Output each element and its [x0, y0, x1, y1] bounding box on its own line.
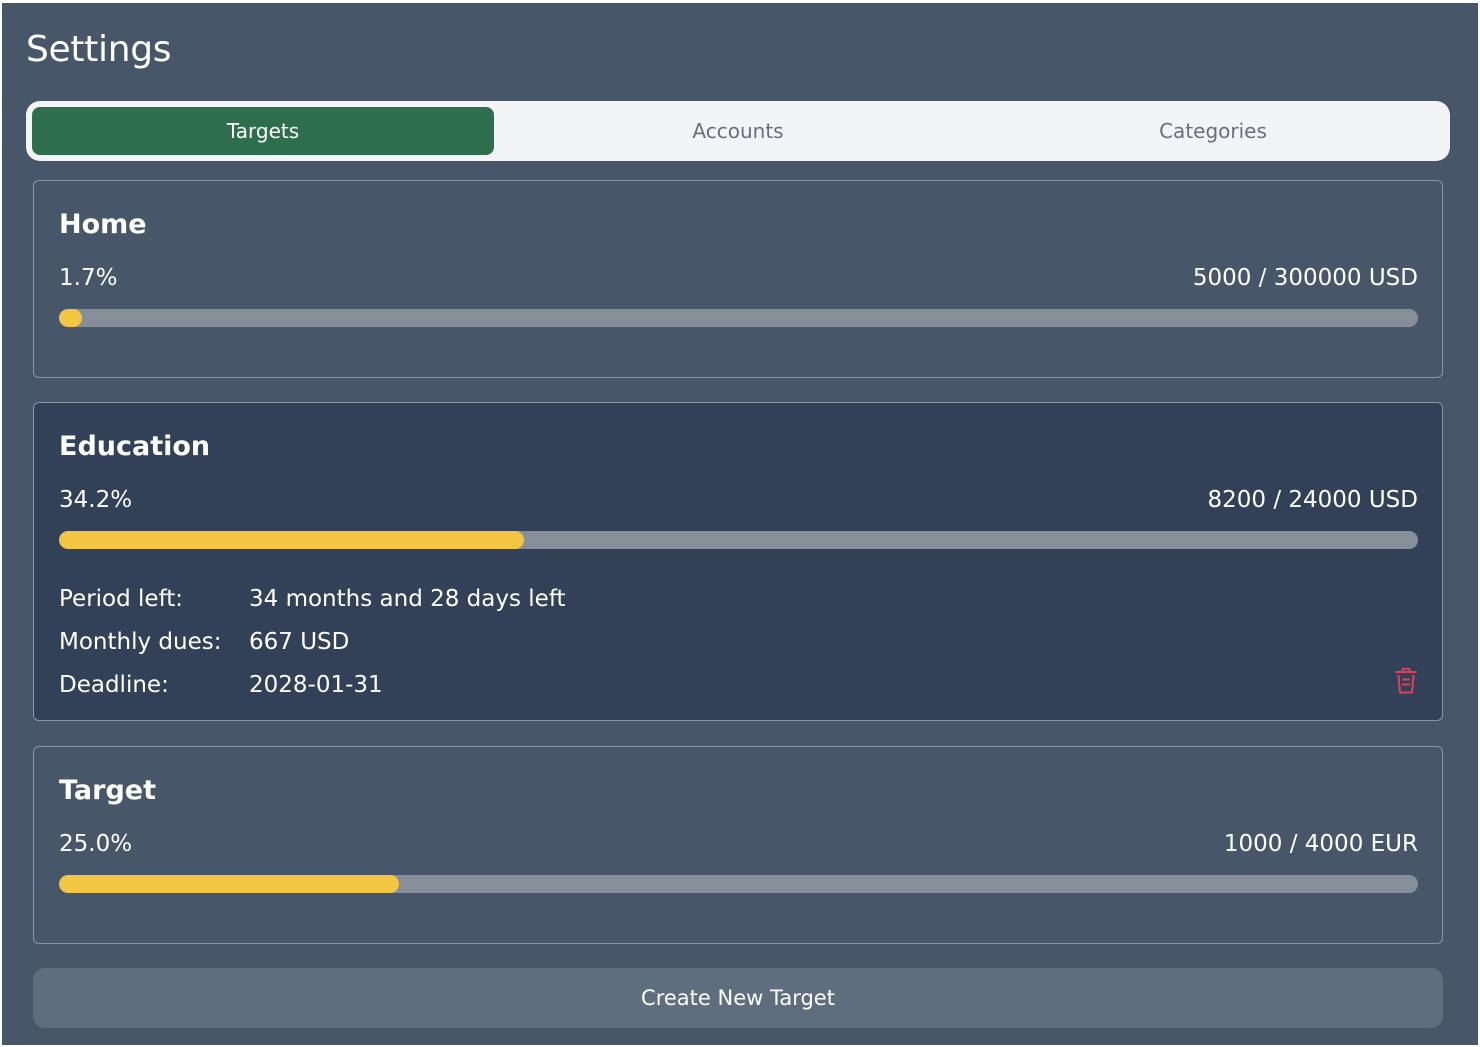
detail-label: Monthly dues: [59, 628, 222, 655]
detail-value: 2028-01-31 [249, 671, 383, 698]
detail-row-monthly-dues: Monthly dues: 667 USD [59, 620, 566, 663]
detail-row-deadline: Deadline: 2028-01-31 [59, 663, 566, 706]
tab-categories[interactable]: Categories [982, 107, 1444, 155]
target-amount: 8200 / 24000 USD [1207, 487, 1418, 513]
target-name: Home [59, 209, 147, 240]
progress-bar [59, 309, 1418, 327]
target-percent: 1.7% [59, 265, 118, 291]
target-name: Education [59, 431, 211, 462]
settings-tabs: Targets Accounts Categories [26, 101, 1450, 161]
target-percent: 34.2% [59, 487, 133, 513]
progress-fill [59, 309, 83, 327]
create-target-button[interactable]: Create New Target [33, 968, 1443, 1028]
target-percent: 25.0% [59, 831, 133, 857]
target-amount: 1000 / 4000 EUR [1223, 831, 1418, 857]
detail-label: Deadline: [59, 671, 169, 698]
trash-icon[interactable] [1394, 667, 1418, 695]
settings-panel: Settings Targets Accounts Categories Hom… [2, 3, 1478, 1045]
progress-fill [59, 875, 399, 893]
progress-fill [59, 531, 524, 549]
page-title: Settings [26, 29, 172, 70]
progress-bar [59, 531, 1418, 549]
target-amount: 5000 / 300000 USD [1192, 265, 1418, 291]
target-card-target[interactable]: Target 25.0% 1000 / 4000 EUR [33, 746, 1443, 944]
target-card-home[interactable]: Home 1.7% 5000 / 300000 USD [33, 180, 1443, 378]
detail-row-period: Period left: 34 months and 28 days left [59, 577, 566, 620]
progress-bar [59, 875, 1418, 893]
target-card-education[interactable]: Education 34.2% 8200 / 24000 USD Period … [33, 402, 1443, 721]
tab-targets[interactable]: Targets [32, 107, 494, 155]
target-details: Period left: 34 months and 28 days left … [59, 577, 566, 706]
tab-accounts[interactable]: Accounts [507, 107, 969, 155]
detail-label: Period left: [59, 585, 184, 612]
detail-value: 667 USD [249, 628, 350, 655]
target-name: Target [59, 775, 157, 806]
detail-value: 34 months and 28 days left [249, 585, 566, 612]
